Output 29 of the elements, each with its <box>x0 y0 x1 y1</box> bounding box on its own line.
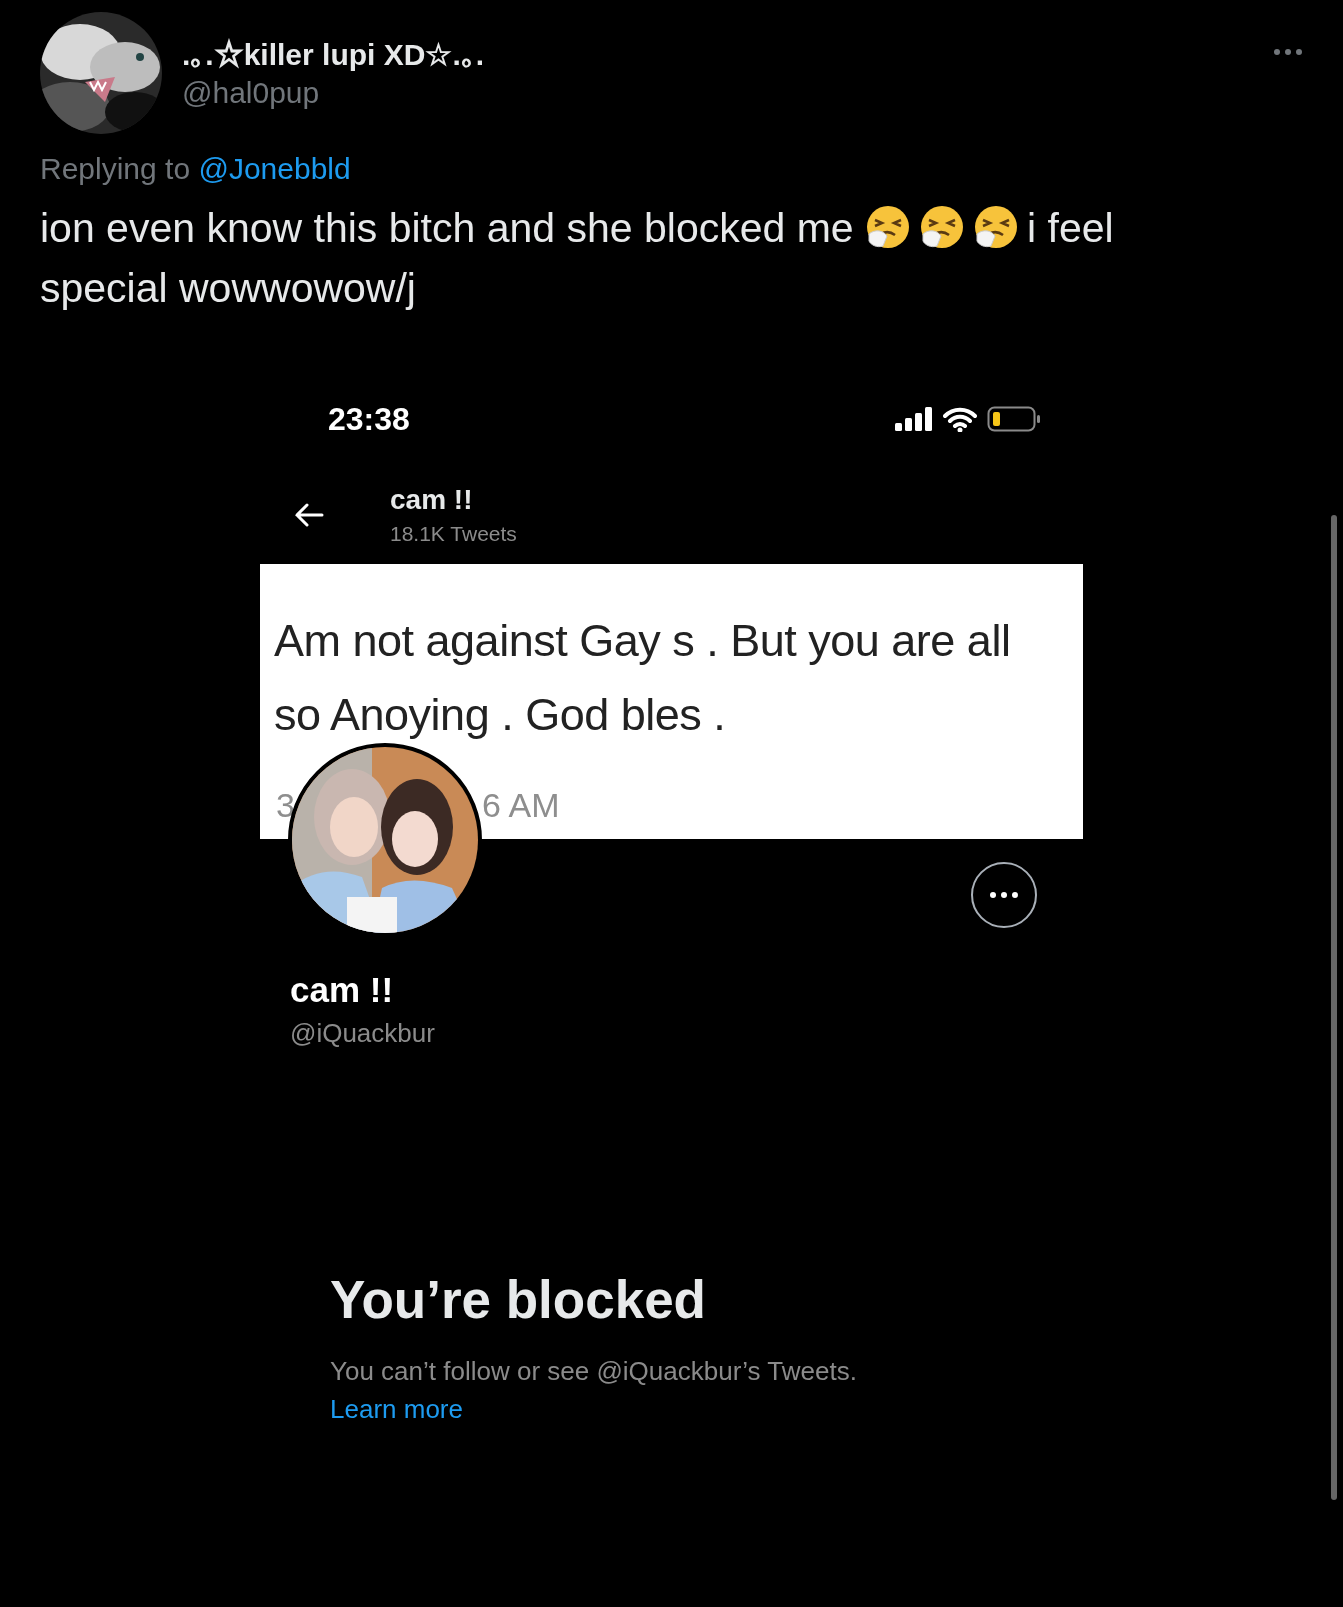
blocked-message: You can’t follow or see @iQuackbur’s Tweets. Learn more <box>330 1355 858 1426</box>
sneezing-face-icon <box>973 204 1020 250</box>
back-arrow-icon[interactable] <box>294 503 324 527</box>
scroll-bar[interactable] <box>1331 515 1337 1500</box>
banner-text: Am not against Gay s . But you are all <box>274 614 1012 668</box>
banner-timestamp: 3 <box>276 786 295 825</box>
tweet-count: 18.1K Tweets <box>390 522 517 546</box>
more-icon <box>990 892 1018 898</box>
tweet-text: i feel <box>1027 205 1114 251</box>
profile-name: cam !! <box>290 970 395 1010</box>
replying-to-text: Replying to @Jonebbld <box>40 152 352 186</box>
wifi-icon <box>943 406 977 432</box>
blocked-title: You’re blocked <box>330 1269 707 1330</box>
more-icon[interactable] <box>1273 48 1303 56</box>
tweet-text: ion even know this bitch and she blocked me <box>40 205 854 251</box>
banner-text: so Anoying . God bles . <box>274 688 727 742</box>
signal-icon <box>895 407 933 431</box>
banner-timestamp: 6 AM <box>482 786 560 825</box>
battery-icon <box>987 406 1041 432</box>
mention-link[interactable]: @Jonebbld <box>198 152 351 185</box>
author-handle[interactable]: @hal0pup <box>182 75 485 110</box>
learn-more-link[interactable]: Learn more <box>330 1394 463 1424</box>
profile-header-name: cam !! <box>390 484 474 516</box>
sneezing-face-icon <box>865 204 912 250</box>
status-time: 23:38 <box>328 400 410 438</box>
profile-handle: @iQuackbur <box>290 1018 436 1049</box>
tweet-text: special wowwowow/j <box>40 265 416 311</box>
sneezing-face-icon <box>919 204 966 250</box>
author-name[interactable]: .｡.☆killer lupi XD☆.｡. <box>182 36 485 72</box>
